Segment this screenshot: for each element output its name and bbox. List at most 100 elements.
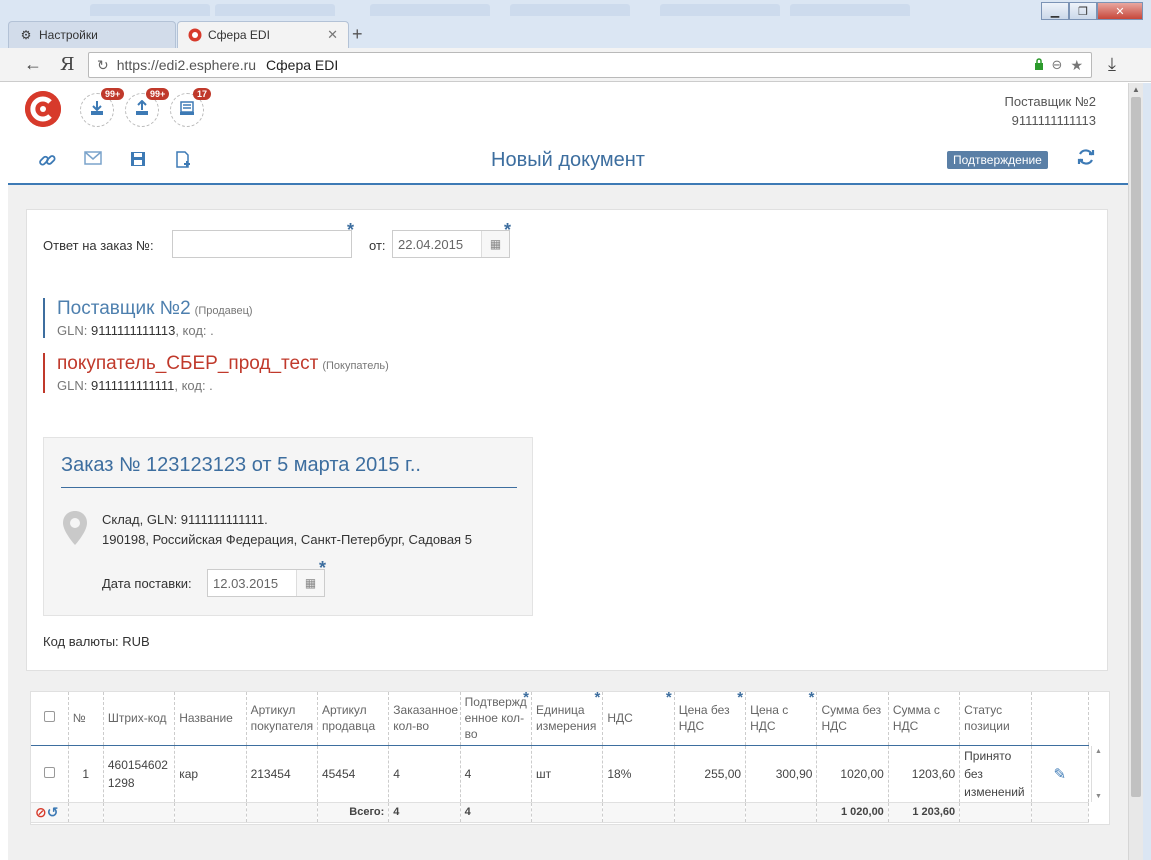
cell-barcode: 4601546021298: [103, 745, 176, 803]
scroll-down-arrow-icon[interactable]: ▼: [1095, 793, 1102, 800]
table-scrollbar[interactable]: ▲ ▼: [1091, 746, 1103, 802]
column-header[interactable]: Название: [174, 692, 247, 746]
required-marker: *: [737, 692, 744, 706]
new-tab-button[interactable]: +: [352, 24, 363, 45]
column-header-label: Цена без НДС: [678, 703, 730, 734]
items-table: № Штрих-код Название Артикул покупателя …: [31, 692, 1090, 823]
add-document-icon[interactable]: [175, 151, 193, 174]
table-row[interactable]: 1 4601546021298 кар 213454 45454 4 4 шт …: [31, 745, 1090, 803]
row-select-cell[interactable]: [31, 745, 69, 803]
column-header[interactable]: Артикул покупателя: [246, 692, 318, 746]
column-header-required[interactable]: Единица измерения *: [531, 692, 604, 746]
minimize-icon[interactable]: ▁: [1041, 2, 1069, 20]
cell-vat[interactable]: 18%: [602, 745, 675, 803]
background-tab: [510, 4, 630, 16]
address-line: Склад, GLN: 9111111111111.: [102, 512, 268, 527]
row-checkbox[interactable]: [43, 766, 55, 778]
close-tab-icon[interactable]: ✕: [327, 27, 338, 43]
column-header-required[interactable]: Подтвержд енное кол-во *: [460, 692, 533, 746]
scroll-up-arrow-icon[interactable]: ▲: [1095, 748, 1102, 755]
lock-icon[interactable]: [1034, 57, 1044, 73]
scrollbar-thumb[interactable]: [1131, 97, 1141, 797]
tab-settings[interactable]: ⚙ Настройки: [8, 21, 176, 48]
delete-forbidden-icon[interactable]: ⊘: [35, 804, 47, 821]
cell-unit[interactable]: шт: [531, 745, 604, 803]
close-window-icon[interactable]: ✕: [1097, 2, 1143, 20]
column-header[interactable]: №: [68, 692, 104, 746]
page-scrollbar[interactable]: ▲: [1128, 83, 1143, 860]
delivery-date-label: Дата поставки:: [102, 576, 192, 591]
archive-count-badge: 17: [193, 88, 212, 100]
reset-icon[interactable]: ↺: [47, 804, 59, 821]
select-all-checkbox[interactable]: [43, 711, 55, 723]
footer-cell: [959, 802, 1032, 823]
row-actions-cell: ✎: [1031, 745, 1090, 803]
reload-icon[interactable]: ↻: [97, 57, 109, 74]
buyer-role: (Покупатель): [322, 360, 389, 372]
tab-label: Сфера EDI: [208, 28, 270, 42]
cell-confirmed-qty[interactable]: 4: [460, 745, 533, 803]
required-marker: *: [808, 692, 815, 706]
order-number-input[interactable]: [172, 230, 352, 258]
column-header-required[interactable]: НДС *: [602, 692, 675, 746]
currency-code: Код валюты: RUB: [43, 634, 150, 649]
header-select-all[interactable]: [31, 692, 69, 746]
footer-sum-vat-total: 1 203,60: [888, 802, 961, 823]
envelope-icon[interactable]: [84, 151, 102, 170]
save-icon[interactable]: [130, 151, 146, 172]
zoom-icon[interactable]: ⊖: [1052, 57, 1063, 73]
esphere-logo[interactable]: [25, 91, 61, 127]
footer-cell: [103, 802, 176, 823]
outbox-count-badge: 99+: [146, 88, 170, 100]
star-icon[interactable]: ★: [1070, 57, 1083, 74]
tab-label: Настройки: [39, 28, 98, 42]
cell-price-novat[interactable]: 255,00: [674, 745, 747, 803]
order-date-field[interactable]: 22.04.2015 ▦: [392, 230, 510, 258]
column-header[interactable]: Артикул продавца: [317, 692, 390, 746]
archive-button[interactable]: 17: [170, 88, 212, 127]
column-header[interactable]: Сумма без НДС: [816, 692, 889, 746]
footer-ordered-total: 4: [388, 802, 461, 823]
delivery-date-field[interactable]: 12.03.2015 ▦: [207, 569, 325, 597]
url-field[interactable]: ↻ https://edi2.esphere.ru Сфера EDI ⊖ ★: [88, 52, 1092, 78]
outbox-button[interactable]: 99+: [125, 88, 170, 127]
order-reply-label: Ответ на заказ №:: [43, 238, 154, 253]
yandex-button[interactable]: Я: [60, 54, 75, 75]
items-table-card: № Штрих-код Название Артикул покупателя …: [30, 691, 1110, 825]
back-arrow-icon[interactable]: ←: [24, 54, 42, 75]
cell-price-vat[interactable]: 300,90: [745, 745, 818, 803]
inbox-button[interactable]: 99+: [80, 88, 125, 127]
link-icon[interactable]: [38, 151, 56, 174]
archive-tray-icon: [179, 100, 195, 121]
column-header-required[interactable]: Цена без НДС *: [674, 692, 747, 746]
download-icon[interactable]: ⤓: [1108, 54, 1116, 75]
column-header[interactable]: Статус позиции: [959, 692, 1032, 746]
inbox-count-badge: 99+: [101, 88, 125, 100]
footer-cell: [1031, 802, 1090, 823]
from-label: от:: [369, 238, 386, 253]
refresh-icon[interactable]: [1076, 147, 1096, 173]
column-header[interactable]: Заказанное кол-во: [388, 692, 461, 746]
buyer-gln-prefix: GLN:: [57, 378, 88, 393]
required-marker: *: [504, 220, 512, 240]
column-header[interactable]: Штрих-код: [103, 692, 176, 746]
background-tab: [660, 4, 780, 16]
delivery-address: Склад, GLN: 9111111111111. 190198, Росси…: [102, 510, 472, 550]
footer-cell: [602, 802, 675, 823]
esphere-logo-icon: [188, 28, 202, 42]
seller-block: Поставщик №2 (Продавец) GLN: 911111111111…: [43, 298, 253, 338]
maximize-icon[interactable]: ❐: [1069, 2, 1097, 20]
column-header-label: НДС: [607, 711, 633, 726]
cell-sum-vat: 1203,60: [888, 745, 961, 803]
tab-sfera-edi[interactable]: Сфера EDI ✕: [177, 21, 349, 48]
app-header: 99+ 99+ 17 Поставщик №2 9111111111113 Но…: [8, 83, 1128, 185]
required-marker: *: [594, 692, 601, 706]
column-header-required[interactable]: Цена с НДС *: [745, 692, 818, 746]
background-tab: [215, 4, 335, 16]
edit-pencil-icon[interactable]: ✎: [1053, 766, 1066, 783]
order-date-value: 22.04.2015: [398, 236, 464, 252]
buyer-name: покупатель_СБЕР_прод_тест: [57, 353, 319, 374]
column-header-label: Единица измерения: [536, 703, 597, 734]
scroll-up-arrow-icon[interactable]: ▲: [1132, 85, 1140, 94]
column-header[interactable]: Сумма с НДС: [888, 692, 961, 746]
